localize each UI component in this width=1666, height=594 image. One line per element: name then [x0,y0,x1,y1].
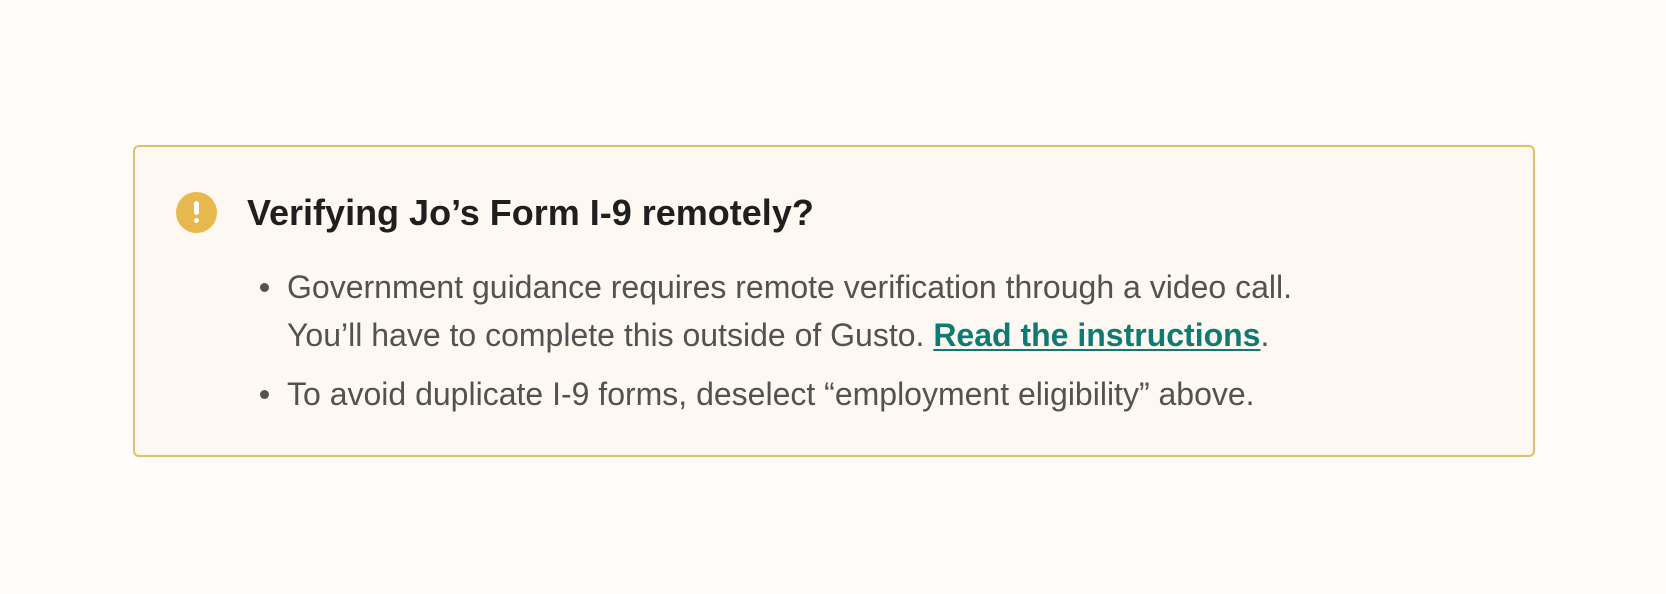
exclamation-circle-icon [176,192,217,233]
alert-banner: Verifying Jo’s Form I-9 remotely? Govern… [133,145,1535,457]
bullet [260,390,269,399]
read-instructions-link[interactable]: Read the instructions [933,317,1260,353]
list-item-text: Government guidance requires remote veri… [287,269,1292,305]
list-item-text: You’ll have to complete this outside of … [287,317,925,353]
list-item: To avoid duplicate I-9 forms, deselect “… [247,370,1507,418]
list-item-text: To avoid duplicate I-9 forms, deselect “… [287,376,1255,412]
list-item: Government guidance requires remote veri… [247,263,1507,359]
alert-title: Verifying Jo’s Form I-9 remotely? [247,192,814,233]
alert-list: Government guidance requires remote veri… [247,263,1507,418]
bullet [260,283,269,292]
list-item-suffix: . [1260,317,1270,353]
